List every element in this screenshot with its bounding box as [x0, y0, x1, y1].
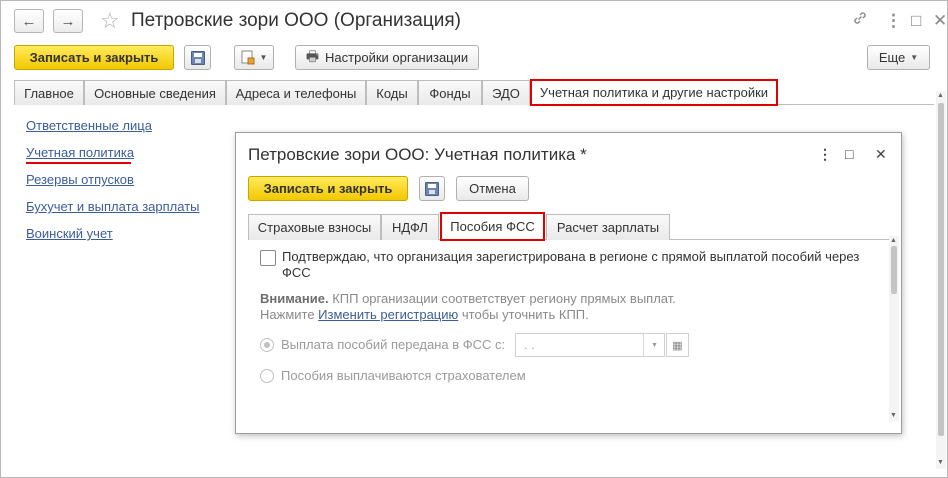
- link-payroll-accounting[interactable]: Бухучет и выплата зарплаты: [26, 199, 200, 215]
- tab-accounting-policy[interactable]: Учетная политика и другие настройки: [530, 79, 778, 106]
- confirm-direct-payments-checkbox[interactable]: [260, 250, 276, 266]
- dialog-close-icon[interactable]: ✕: [875, 145, 887, 163]
- hint-note: Нажмите Изменить регистрацию чтобы уточн…: [260, 307, 589, 323]
- date-dropdown-icon[interactable]: ▼: [643, 334, 665, 356]
- calendar-icon[interactable]: ▦: [666, 333, 689, 357]
- radio-paid-by-insurer[interactable]: [260, 369, 274, 383]
- radio-transferred-to-fss-label: Выплата пособий передана в ФСС с:: [281, 337, 506, 352]
- dialog-cancel-button[interactable]: Отмена: [456, 176, 529, 201]
- dialog-save-button[interactable]: [419, 176, 445, 201]
- tab-funds[interactable]: Фонды: [418, 80, 482, 105]
- tab-codes[interactable]: Коды: [366, 80, 418, 105]
- tab-fss-benefits[interactable]: Пособия ФСС: [440, 212, 545, 241]
- dialog-maximize-icon[interactable]: □: [845, 145, 853, 163]
- maximize-icon[interactable]: □: [911, 10, 921, 32]
- organization-settings-button[interactable]: 🖶 Настройки организации: [295, 45, 479, 70]
- page-title: Петровские зори ООО (Организация): [131, 10, 461, 31]
- forward-button[interactable]: →: [53, 9, 83, 33]
- dialog-save-and-close-button[interactable]: Записать и закрыть: [248, 176, 408, 201]
- tab-payroll-calculation[interactable]: Расчет зарплаты: [546, 214, 670, 240]
- save-and-close-button[interactable]: Записать и закрыть: [14, 45, 174, 70]
- printer-icon: 🖶: [305, 47, 320, 64]
- tab-ndfl[interactable]: НДФЛ: [381, 214, 439, 240]
- chevron-down-icon: ▼: [910, 53, 919, 62]
- accounting-policy-dialog: Петровские зори ООО: Учетная политика * …: [235, 132, 902, 434]
- more-button[interactable]: Еще ▼: [867, 45, 930, 70]
- radio-transferred-to-fss[interactable]: [260, 338, 274, 352]
- save-button[interactable]: [184, 45, 211, 70]
- confirm-direct-payments-label: Подтверждаю, что организация зарегистрир…: [282, 249, 860, 280]
- tab-main[interactable]: Главное: [14, 80, 84, 105]
- dialog-more-icon[interactable]: ⋮: [818, 145, 832, 163]
- tab-basic-info[interactable]: Основные сведения: [84, 80, 226, 105]
- warning-text: КПП организации соответствует региону пр…: [328, 291, 676, 306]
- highlight-underline: [26, 162, 131, 164]
- dialog-scroll-thumb[interactable]: [891, 246, 897, 294]
- radio-paid-by-insurer-label: Пособия выплачиваются страхователем: [281, 368, 526, 383]
- dialog-scrollbar[interactable]: ▲ ▼: [889, 236, 899, 421]
- back-button[interactable]: ←: [14, 9, 44, 33]
- arrow-left-icon: ←: [21, 12, 37, 30]
- close-icon[interactable]: ✕: [933, 10, 947, 32]
- save-icon: [190, 50, 205, 65]
- link-accounting-policy[interactable]: Учетная политика: [26, 145, 134, 161]
- tab-insurance-contributions[interactable]: Страховые взносы: [248, 214, 381, 240]
- main-scroll-thumb[interactable]: [938, 103, 944, 436]
- more-menu-icon[interactable]: ⋮: [885, 10, 902, 32]
- link-icon-svg: [854, 12, 866, 24]
- arrow-right-icon: →: [60, 12, 76, 30]
- scroll-up-icon[interactable]: ▲: [890, 237, 897, 245]
- change-registration-link[interactable]: Изменить регистрацию: [318, 307, 458, 322]
- link-responsible-persons[interactable]: Ответственные лица: [26, 118, 152, 134]
- save-icon: [425, 181, 439, 196]
- dialog-title: Петровские зори ООО: Учетная политика *: [248, 145, 587, 164]
- scroll-up-icon[interactable]: ▲: [937, 92, 944, 100]
- document-icon: [241, 50, 255, 65]
- main-window: ← → ☆ Петровские зори ООО (Организация) …: [0, 0, 948, 478]
- chevron-down-icon: ▼: [259, 53, 268, 62]
- warning-note: Внимание. КПП организации соответствует …: [260, 291, 676, 307]
- tab-edo[interactable]: ЭДО: [482, 80, 530, 105]
- scroll-down-icon[interactable]: ▼: [937, 459, 944, 467]
- link-vacation-reserves[interactable]: Резервы отпусков: [26, 172, 134, 188]
- scroll-down-icon[interactable]: ▼: [890, 412, 897, 420]
- main-scrollbar[interactable]: ▲ ▼: [936, 91, 946, 469]
- more-label: Еще: [878, 50, 906, 65]
- link-military-registration[interactable]: Воинский учет: [26, 226, 113, 242]
- organization-settings-label: Настройки организации: [325, 50, 469, 65]
- create-based-on-button[interactable]: ▼: [234, 45, 274, 70]
- warning-bold: Внимание.: [260, 291, 329, 306]
- link-icon[interactable]: [852, 10, 868, 32]
- hint-suffix: чтобы уточнить КПП.: [458, 307, 589, 322]
- tab-addresses[interactable]: Адреса и телефоны: [226, 80, 366, 105]
- favorite-star-icon[interactable]: ☆: [100, 8, 120, 34]
- hint-prefix: Нажмите: [260, 307, 319, 322]
